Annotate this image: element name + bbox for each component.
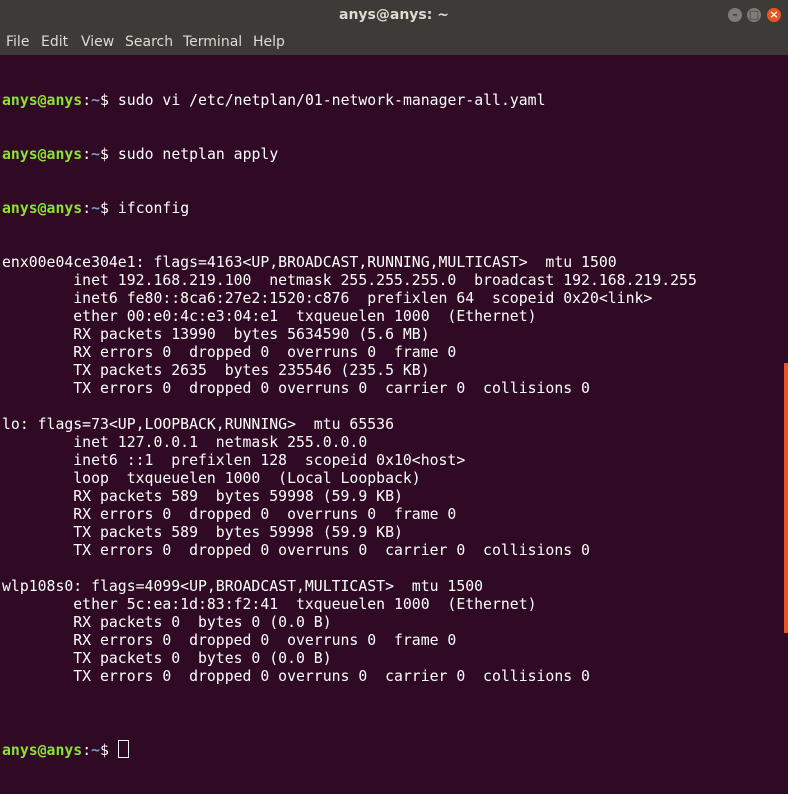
menu-search[interactable]: Search — [125, 34, 173, 50]
command-line: anys@anys:~$ ifconfig — [2, 200, 190, 217]
title-bar: anys@anys: ~ – □ × — [0, 0, 788, 31]
prompt-user: anys@anys — [2, 92, 83, 109]
prompt-user: anys@anys — [2, 146, 83, 163]
prompt-path: ~ — [91, 742, 101, 759]
output-line: lo: flags=73<UP,LOOPBACK,RUNNING> mtu 65… — [2, 416, 394, 433]
window-title: anys@anys: ~ — [339, 7, 449, 23]
output-line: loop txqueuelen 1000 (Local Loopback) — [2, 470, 421, 487]
output-line: TX packets 589 bytes 59998 (59.9 KB) — [2, 524, 403, 541]
output-line: TX errors 0 dropped 0 overruns 0 carrier… — [2, 668, 590, 685]
output-line: ether 00:e0:4c:e3:04:e1 txqueuelen 1000 … — [2, 308, 537, 325]
command-line: anys@anys:~$ sudo netplan apply — [2, 146, 279, 163]
output-line: TX errors 0 dropped 0 overruns 0 carrier… — [2, 542, 590, 559]
close-icon[interactable]: × — [767, 8, 781, 22]
output-line: RX packets 13990 bytes 5634590 (5.6 MB) — [2, 326, 430, 343]
output-line: RX errors 0 dropped 0 overruns 0 frame 0 — [2, 632, 457, 649]
output-line: RX errors 0 dropped 0 overruns 0 frame 0 — [2, 344, 457, 361]
minimize-icon[interactable]: – — [728, 8, 742, 22]
menu-view[interactable]: View — [81, 34, 114, 50]
terminal-area[interactable]: anys@anys:~$ sudo vi /etc/netplan/01-net… — [0, 55, 788, 759]
prompt-symbol: $ — [100, 92, 109, 109]
text-cursor — [117, 740, 129, 758]
menu-edit[interactable]: Edit — [41, 34, 68, 50]
prompt-user: anys@anys — [2, 200, 83, 217]
prompt-symbol: $ — [100, 200, 109, 217]
scrollbar[interactable] — [784, 363, 788, 633]
output-line: wlp108s0: flags=4099<UP,BROADCAST,MULTIC… — [2, 578, 484, 595]
command-text: sudo vi /etc/netplan/01-network-manager-… — [117, 92, 546, 109]
menu-terminal[interactable]: Terminal — [183, 34, 242, 50]
command-output: enx00e04ce304e1: flags=4163<UP,BROADCAST… — [2, 254, 697, 704]
prompt-user: anys@anys — [2, 742, 83, 759]
menu-help[interactable]: Help — [253, 34, 285, 50]
prompt-symbol: $ — [100, 742, 109, 759]
output-line: inet 192.168.219.100 netmask 255.255.255… — [2, 272, 697, 289]
menu-bar: File Edit View Search Terminal Help — [0, 31, 788, 55]
output-line: RX packets 0 bytes 0 (0.0 B) — [2, 614, 332, 631]
output-line: enx00e04ce304e1: flags=4163<UP,BROADCAST… — [2, 254, 617, 271]
prompt-path: ~ — [91, 92, 101, 109]
command-text: ifconfig — [117, 200, 190, 217]
prompt-path: ~ — [91, 146, 101, 163]
terminal-lines: anys@anys:~$ sudo vi /etc/netplan/01-net… — [2, 56, 697, 794]
output-line: inet 127.0.0.1 netmask 255.0.0.0 — [2, 434, 368, 451]
menu-file[interactable]: File — [6, 34, 29, 50]
command-line: anys@anys:~$ sudo vi /etc/netplan/01-net… — [2, 92, 546, 109]
output-line: TX packets 0 bytes 0 (0.0 B) — [2, 650, 332, 667]
maximize-icon[interactable]: □ — [747, 8, 761, 22]
output-line: TX packets 2635 bytes 235546 (235.5 KB) — [2, 362, 430, 379]
output-line: ether 5c:ea:1d:83:f2:41 txqueuelen 1000 … — [2, 596, 537, 613]
output-line: RX errors 0 dropped 0 overruns 0 frame 0 — [2, 506, 457, 523]
prompt-symbol: $ — [100, 146, 109, 163]
command-text: sudo netplan apply — [117, 146, 279, 163]
output-line: TX errors 0 dropped 0 overruns 0 carrier… — [2, 380, 590, 397]
output-line: inet6 ::1 prefixlen 128 scopeid 0x10<hos… — [2, 452, 466, 469]
active-prompt-line[interactable]: anys@anys:~$ — [2, 740, 697, 759]
output-line: RX packets 589 bytes 59998 (59.9 KB) — [2, 488, 403, 505]
prompt-path: ~ — [91, 200, 101, 217]
output-line: inet6 fe80::8ca6:27e2:1520:c876 prefixle… — [2, 290, 653, 307]
